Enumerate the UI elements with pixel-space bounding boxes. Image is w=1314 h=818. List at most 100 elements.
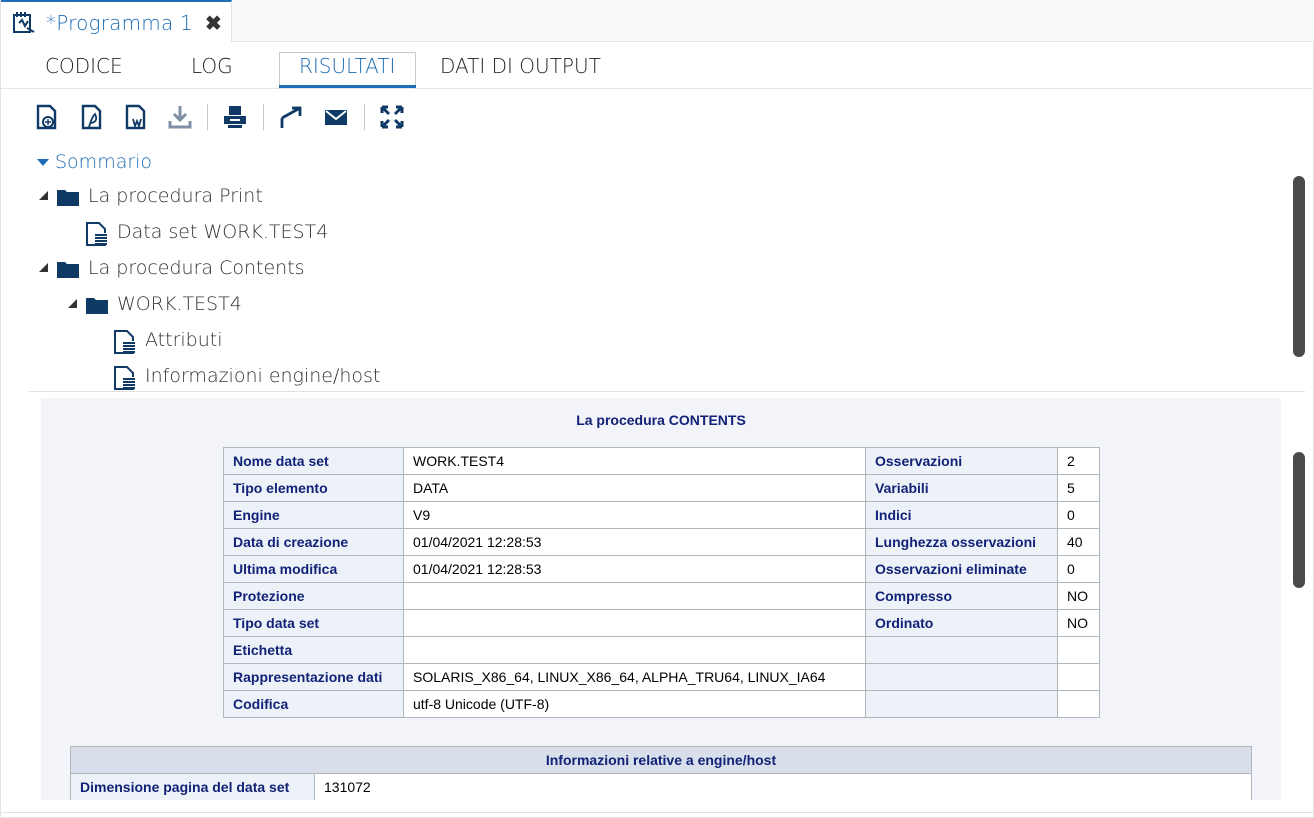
table-row: Dimensione pagina del data set 131072	[70, 773, 1252, 800]
attribute-value: utf-8 Unicode (UTF-8)	[403, 690, 866, 718]
print-proc-label: La procedura Print	[88, 185, 263, 207]
tab-log[interactable]: LOG	[191, 54, 233, 78]
table-row: Protezione Compresso NO	[223, 582, 1100, 610]
download-icon[interactable]	[167, 104, 193, 130]
summary-label: Sommario	[55, 151, 153, 173]
attribute-key: Tipo data set	[223, 609, 404, 637]
attribute-key: Rappresentazione dati	[223, 663, 404, 691]
caret-down-icon[interactable]	[37, 159, 49, 166]
attribute-key: Protezione	[223, 582, 404, 610]
program-tab[interactable]: *Programma 1 ✖	[1, 0, 232, 42]
statistic-value: 5	[1057, 474, 1100, 502]
active-tab-indicator	[279, 85, 416, 88]
attribute-key: Data di creazione	[223, 528, 404, 556]
html-download-icon[interactable]	[34, 104, 60, 130]
statistic-key: Compresso	[865, 582, 1058, 610]
row-value: 131072	[314, 773, 1252, 800]
attribute-value: V9	[403, 501, 866, 529]
table-row: Tipo elemento DATA Variabili 5	[223, 474, 1100, 502]
open-new-window-icon[interactable]	[278, 104, 304, 130]
statistic-value: 40	[1057, 528, 1100, 556]
folder-icon	[57, 260, 79, 278]
table-document-icon	[114, 366, 136, 390]
table-row: Engine V9 Indici 0	[223, 501, 1100, 529]
attribute-value	[403, 636, 866, 664]
statistic-value: NO	[1057, 609, 1100, 637]
attribute-value: SOLARIS_X86_64, LINUX_X86_64, ALPHA_TRU6…	[403, 663, 866, 691]
results-viewer: La procedura CONTENTS Nome data set WORK.…	[41, 398, 1281, 800]
expanded-arrow-icon[interactable]	[39, 191, 48, 200]
table-document-icon	[86, 222, 108, 246]
tab-codice[interactable]: CODICE	[45, 54, 123, 78]
statistic-value: 2	[1057, 447, 1100, 475]
table-document-icon	[114, 330, 136, 354]
table-row: Data di creazione 01/04/2021 12:28:53 Lung…	[223, 528, 1100, 556]
statistic-value: NO	[1057, 582, 1100, 610]
attribute-value: 01/04/2021 12:28:53	[403, 555, 866, 583]
tab-dati-di-output[interactable]: DATI DI OUTPUT	[440, 54, 601, 78]
view-tabs: CODICE LOG RISULTATI DATI DI OUTPUT	[1, 42, 1314, 89]
print-dataset-label: Data set WORK.TEST4	[117, 221, 329, 243]
email-icon[interactable]	[323, 104, 349, 130]
statistic-value: 0	[1057, 501, 1100, 529]
engine-host-table: Informazioni relative a engine/host Dime…	[70, 746, 1252, 800]
sas-studio-window: *Programma 1 ✖ CODICE LOG RISULTATI DATI…	[0, 0, 1314, 818]
attribute-key: Etichetta	[223, 636, 404, 664]
close-icon[interactable]: ✖	[205, 11, 222, 36]
bottom-border	[1, 812, 1314, 813]
statistic-key: Lunghezza osservazioni	[865, 528, 1058, 556]
attributes-label: Attributi	[145, 329, 223, 351]
attribute-value	[403, 609, 866, 637]
results-toolbar	[1, 96, 1281, 140]
attribute-value: WORK.TEST4	[403, 447, 866, 475]
contents-attributes-table: Nome data set WORK.TEST4 Osservazioni 2 Tipo…	[223, 447, 1100, 718]
statistic-key: Osservazioni	[865, 447, 1058, 475]
statistic-key	[865, 663, 1058, 691]
attribute-key: Codifica	[223, 690, 404, 718]
engine-info-label: Informazioni engine/host	[145, 365, 381, 387]
pdf-download-icon[interactable]	[79, 104, 105, 130]
program-tab-bar: *Programma 1 ✖	[1, 0, 1314, 42]
attribute-key: Tipo elemento	[223, 474, 404, 502]
attribute-key: Nome data set	[223, 447, 404, 475]
toolbar-divider	[364, 104, 365, 130]
folder-icon	[86, 296, 108, 314]
statistic-value	[1057, 690, 1100, 718]
engine-host-title: Informazioni relative a engine/host	[70, 746, 1252, 774]
attribute-value	[403, 582, 866, 610]
statistic-value	[1057, 663, 1100, 691]
folder-icon	[57, 188, 79, 206]
attribute-key: Engine	[223, 501, 404, 529]
table-row: Etichetta	[223, 636, 1100, 664]
maximize-icon[interactable]	[379, 104, 405, 130]
results-tree: Sommario La procedura Print Data set WOR…	[1, 145, 1281, 391]
expanded-arrow-icon[interactable]	[39, 263, 48, 272]
attribute-value: DATA	[403, 474, 866, 502]
table-row: Ultima modifica 01/04/2021 12:28:53 Osserv…	[223, 555, 1100, 583]
pane-divider[interactable]	[29, 391, 1305, 392]
tree-scrollbar[interactable]	[1293, 176, 1305, 357]
toolbar-divider	[207, 104, 208, 130]
statistic-key: Indici	[865, 501, 1058, 529]
attribute-key: Ultima modifica	[223, 555, 404, 583]
row-key: Dimensione pagina del data set	[70, 773, 315, 800]
results-scrollbar[interactable]	[1293, 452, 1305, 588]
toolbar-divider	[263, 104, 264, 130]
statistic-key: Variabili	[865, 474, 1058, 502]
table-row: Codifica utf-8 Unicode (UTF-8)	[223, 690, 1100, 718]
statistic-value: 0	[1057, 555, 1100, 583]
attribute-value: 01/04/2021 12:28:53	[403, 528, 866, 556]
expanded-arrow-icon[interactable]	[68, 299, 77, 308]
statistic-value	[1057, 636, 1100, 664]
word-download-icon[interactable]	[123, 104, 149, 130]
program-tab-title: *Programma 1	[46, 11, 193, 35]
program-file-icon	[13, 11, 35, 33]
table-row: Tipo data set Ordinato NO	[223, 609, 1100, 637]
contents-proc-label: La procedura Contents	[88, 257, 305, 279]
tab-risultati[interactable]: RISULTATI	[299, 54, 395, 78]
statistic-key: Osservazioni eliminate	[865, 555, 1058, 583]
print-icon[interactable]	[222, 104, 248, 130]
contents-dataset-label: WORK.TEST4	[117, 293, 242, 315]
table-header-row: Informazioni relative a engine/host	[70, 746, 1252, 774]
statistic-key	[865, 636, 1058, 664]
